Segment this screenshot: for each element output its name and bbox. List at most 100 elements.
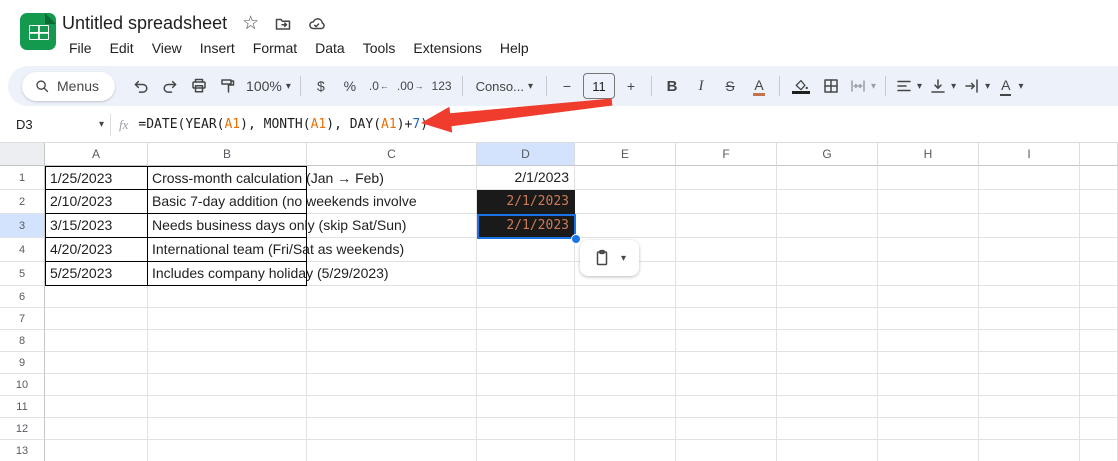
sheets-logo-icon[interactable]: [20, 13, 56, 50]
cell-H11[interactable]: [878, 396, 979, 418]
cell-A11[interactable]: [45, 396, 148, 418]
cell-E8[interactable]: [575, 330, 676, 352]
cell-I1[interactable]: [979, 166, 1080, 190]
cell-G12[interactable]: [777, 418, 878, 440]
cell-E6[interactable]: [575, 286, 676, 308]
cell-A7[interactable]: [45, 308, 148, 330]
cell-D10[interactable]: [477, 374, 575, 396]
menu-extensions[interactable]: Extensions: [404, 38, 490, 58]
row-header-5[interactable]: 5: [0, 262, 45, 286]
cell-F11[interactable]: [676, 396, 777, 418]
cell-partial-5[interactable]: [1080, 262, 1118, 286]
cell-H3[interactable]: [878, 214, 979, 238]
cell-A9[interactable]: [45, 352, 148, 374]
cell-B12[interactable]: [148, 418, 307, 440]
cell-C13[interactable]: [307, 440, 477, 461]
row-header-8[interactable]: 8: [0, 330, 45, 352]
cloud-saved-icon[interactable]: [307, 15, 326, 33]
row-header-7[interactable]: 7: [0, 308, 45, 330]
cell-G4[interactable]: [777, 238, 878, 262]
cell-A4[interactable]: 4/20/2023: [45, 238, 148, 262]
move-to-folder-icon[interactable]: [274, 15, 292, 33]
column-header-A[interactable]: A: [45, 143, 148, 166]
percent-format-button[interactable]: %: [337, 73, 363, 99]
strikethrough-button[interactable]: S: [717, 73, 743, 99]
cell-I11[interactable]: [979, 396, 1080, 418]
cell-H1[interactable]: [878, 166, 979, 190]
cell-partial-1[interactable]: [1080, 166, 1118, 190]
cell-F9[interactable]: [676, 352, 777, 374]
paint-format-button[interactable]: [215, 73, 241, 99]
cell-F6[interactable]: [676, 286, 777, 308]
cell-E7[interactable]: [575, 308, 676, 330]
cell-I8[interactable]: [979, 330, 1080, 352]
cell-D4[interactable]: [477, 238, 575, 262]
menu-view[interactable]: View: [143, 38, 191, 58]
zoom-select[interactable]: 100% ▾: [244, 73, 293, 99]
cell-partial-10[interactable]: [1080, 374, 1118, 396]
cell-E13[interactable]: [575, 440, 676, 461]
cell-H7[interactable]: [878, 308, 979, 330]
text-rotation-button[interactable]: A ▾: [995, 73, 1025, 99]
star-icon[interactable]: ☆: [242, 14, 259, 33]
cell-partial-2[interactable]: [1080, 190, 1118, 214]
cell-C11[interactable]: [307, 396, 477, 418]
cell-H13[interactable]: [878, 440, 979, 461]
cell-F2[interactable]: [676, 190, 777, 214]
column-header-I[interactable]: I: [979, 143, 1080, 166]
name-box[interactable]: D3 ▾: [0, 117, 104, 132]
row-header-13[interactable]: 13: [0, 440, 45, 461]
column-header-partial[interactable]: [1080, 143, 1118, 166]
cell-B2[interactable]: Basic 7-day addition (no weekends involv…: [148, 190, 417, 214]
cell-D13[interactable]: [477, 440, 575, 461]
cell-C3[interactable]: [307, 214, 477, 238]
cell-F7[interactable]: [676, 308, 777, 330]
cell-D9[interactable]: [477, 352, 575, 374]
fill-handle[interactable]: [571, 234, 581, 244]
row-header-4[interactable]: 4: [0, 238, 45, 262]
cell-F1[interactable]: [676, 166, 777, 190]
cell-C9[interactable]: [307, 352, 477, 374]
cell-C7[interactable]: [307, 308, 477, 330]
print-button[interactable]: [186, 73, 212, 99]
borders-button[interactable]: [818, 73, 844, 99]
cell-B3[interactable]: Needs business days only (skip Sat/Sun): [148, 214, 406, 238]
cell-A8[interactable]: [45, 330, 148, 352]
cell-I7[interactable]: [979, 308, 1080, 330]
column-header-C[interactable]: C: [307, 143, 477, 166]
column-header-E[interactable]: E: [575, 143, 676, 166]
cell-I9[interactable]: [979, 352, 1080, 374]
cell-I10[interactable]: [979, 374, 1080, 396]
cell-D11[interactable]: [477, 396, 575, 418]
row-header-3[interactable]: 3: [0, 214, 45, 238]
cell-G1[interactable]: [777, 166, 878, 190]
cell-G11[interactable]: [777, 396, 878, 418]
paste-options-button[interactable]: ▾: [580, 240, 639, 276]
text-color-button[interactable]: A: [746, 73, 772, 99]
merge-cells-button[interactable]: ▾: [847, 73, 878, 99]
cell-F5[interactable]: [676, 262, 777, 286]
row-header-11[interactable]: 11: [0, 396, 45, 418]
cell-partial-13[interactable]: [1080, 440, 1118, 461]
cell-B13[interactable]: [148, 440, 307, 461]
formula-text[interactable]: =DATE(YEAR(A1), MONTH(A1), DAY(A1)+7): [138, 117, 428, 132]
cell-D12[interactable]: [477, 418, 575, 440]
cell-E9[interactable]: [575, 352, 676, 374]
text-wrap-button[interactable]: ▾: [961, 73, 992, 99]
menu-tools[interactable]: Tools: [354, 38, 405, 58]
column-header-D[interactable]: D: [477, 143, 575, 166]
cell-H8[interactable]: [878, 330, 979, 352]
row-header-9[interactable]: 9: [0, 352, 45, 374]
column-header-F[interactable]: F: [676, 143, 777, 166]
fill-color-button[interactable]: [787, 73, 815, 99]
cell-E1[interactable]: [575, 166, 676, 190]
cell-E2[interactable]: [575, 190, 676, 214]
increase-font-size-button[interactable]: +: [618, 73, 644, 99]
italic-button[interactable]: I: [688, 73, 714, 99]
cell-partial-11[interactable]: [1080, 396, 1118, 418]
cell-partial-12[interactable]: [1080, 418, 1118, 440]
bold-button[interactable]: B: [659, 73, 685, 99]
cell-F13[interactable]: [676, 440, 777, 461]
cell-I12[interactable]: [979, 418, 1080, 440]
decrease-decimals-button[interactable]: .0 ←: [366, 73, 392, 99]
